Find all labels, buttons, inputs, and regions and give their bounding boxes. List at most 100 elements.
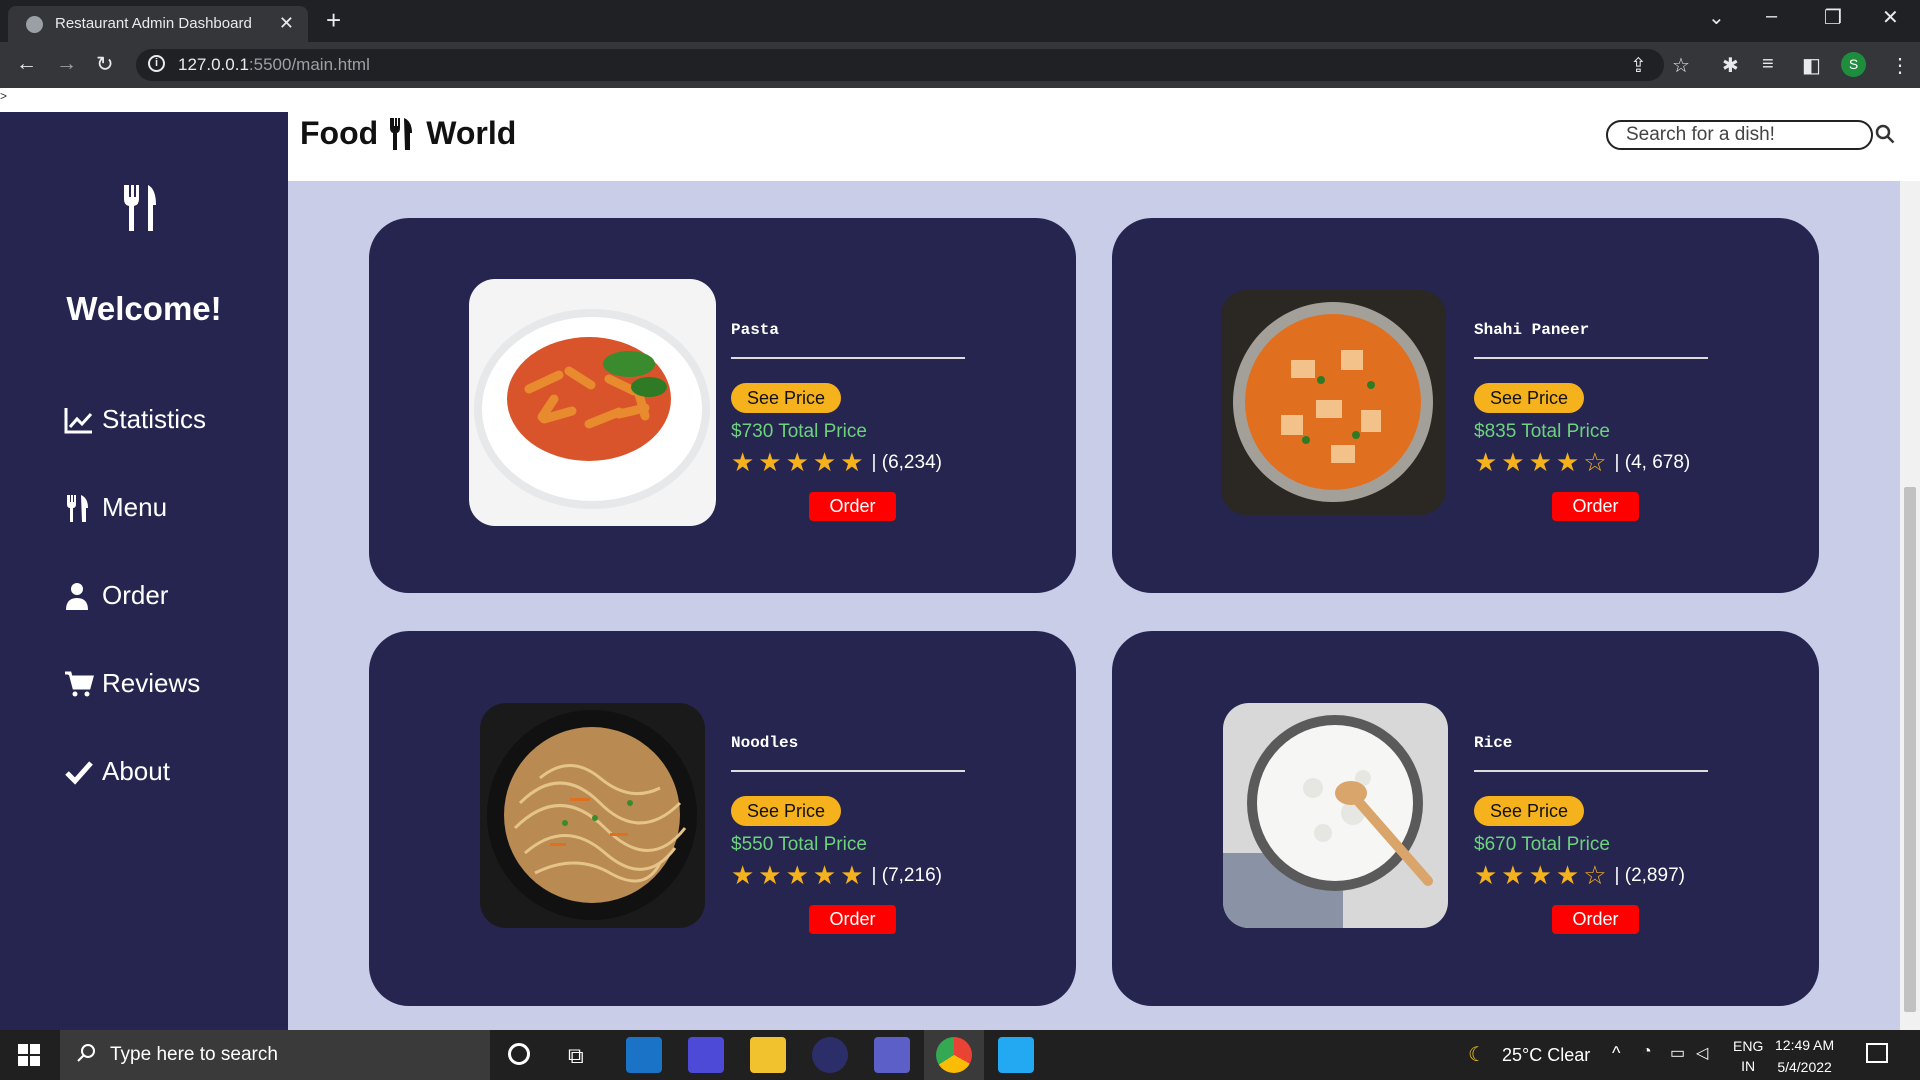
- order-button[interactable]: Order: [1552, 905, 1639, 934]
- windows-start-icon[interactable]: [18, 1044, 40, 1066]
- cortana-icon[interactable]: [508, 1043, 530, 1065]
- review-count: | (4, 678): [1614, 451, 1691, 473]
- pasta-image: [469, 279, 716, 526]
- rating: ★★★★☆ | (4, 678): [1474, 447, 1690, 478]
- total-price: $670 Total Price: [1474, 834, 1610, 855]
- lang-bottom: IN: [1741, 1058, 1756, 1074]
- stray-text: >: [0, 89, 8, 103]
- time: 12:49 AM: [1775, 1037, 1835, 1053]
- eclipse-icon[interactable]: [812, 1037, 848, 1073]
- sidebar-item-reviews[interactable]: Reviews: [64, 668, 200, 699]
- dish-card: Shahi Paneer See Price $835 Total Price …: [1112, 218, 1819, 593]
- divider: [1474, 770, 1708, 772]
- utensils-icon: [390, 117, 413, 150]
- language-indicator[interactable]: ENG IN: [1733, 1036, 1763, 1076]
- see-price-button[interactable]: See Price: [731, 796, 842, 826]
- shahi-paneer-image: [1221, 290, 1446, 515]
- forward-icon[interactable]: →: [56, 52, 77, 76]
- divider: [731, 357, 965, 359]
- new-tab-button[interactable]: +: [326, 5, 341, 36]
- search-icon: [77, 1044, 95, 1062]
- task-view-icon[interactable]: ⧉: [568, 1043, 584, 1069]
- see-price-button[interactable]: See Price: [1474, 796, 1585, 826]
- volume-icon[interactable]: ◁: [1696, 1043, 1708, 1063]
- welcome-heading: Welcome!: [66, 290, 222, 327]
- review-count: | (6,234): [871, 451, 942, 473]
- browser-tab[interactable]: Restaurant Admin Dashboard ✕: [8, 6, 308, 42]
- app-icon[interactable]: [688, 1037, 724, 1073]
- sidebar: [0, 112, 288, 1030]
- file-explorer-icon[interactable]: [750, 1037, 786, 1073]
- reload-icon[interactable]: ↻: [96, 52, 114, 77]
- media-icon[interactable]: ≡: [1762, 53, 1774, 76]
- star-rating: ★★★★★: [731, 447, 868, 477]
- profile-avatar[interactable]: S: [1841, 52, 1866, 77]
- brand-word-world: World: [426, 115, 517, 151]
- search-input[interactable]: [1606, 120, 1873, 150]
- sidebar-item-label: Menu: [102, 492, 168, 522]
- kebab-menu-icon[interactable]: ⋮: [1890, 53, 1910, 78]
- lang-top: ENG: [1733, 1038, 1764, 1054]
- tray-chevron-icon[interactable]: ^: [1612, 1043, 1620, 1064]
- noodles-image: [480, 703, 705, 928]
- brand-word-food: Food: [300, 115, 379, 151]
- weather-text[interactable]: 25°C Clear: [1502, 1045, 1590, 1066]
- date: 5/4/2022: [1777, 1059, 1832, 1075]
- minimize-icon[interactable]: –: [1766, 5, 1777, 28]
- chart-line-icon: [64, 407, 93, 433]
- order-button[interactable]: Order: [809, 492, 896, 521]
- rating: ★★★★★ | (7,216): [731, 860, 942, 891]
- teams-icon[interactable]: [874, 1037, 910, 1073]
- close-window-icon[interactable]: ✕: [1882, 5, 1899, 30]
- see-price-button[interactable]: See Price: [731, 383, 842, 413]
- total-price: $835 Total Price: [1474, 421, 1610, 442]
- taskbar-search-box[interactable]: Type here to search: [60, 1030, 490, 1080]
- order-button[interactable]: Order: [809, 905, 896, 934]
- chrome-icon[interactable]: [936, 1037, 972, 1073]
- url-text[interactable]: 127.0.0.1:5500/main.html: [178, 55, 370, 75]
- back-icon[interactable]: ←: [16, 52, 37, 76]
- restore-icon[interactable]: ❐: [1824, 5, 1842, 30]
- user-icon: [66, 582, 88, 610]
- clock[interactable]: 12:49 AM 5/4/2022: [1775, 1034, 1834, 1078]
- brand-logo[interactable]: Food World: [300, 115, 516, 152]
- review-count: | (7,216): [871, 864, 942, 886]
- sidebar-item-statistics[interactable]: Statistics: [64, 404, 206, 435]
- order-button[interactable]: Order: [1552, 492, 1639, 521]
- info-icon[interactable]: i: [148, 55, 165, 72]
- tab-search-icon[interactable]: ⌄: [1708, 5, 1725, 30]
- bookmark-star-icon[interactable]: ☆: [1672, 53, 1690, 78]
- share-icon[interactable]: ⇪: [1630, 53, 1647, 78]
- globe-icon: [26, 16, 43, 33]
- sidebar-item-menu[interactable]: Menu: [64, 492, 167, 523]
- divider: [1474, 357, 1708, 359]
- close-tab-icon[interactable]: ✕: [279, 13, 294, 34]
- dish-card: Rice See Price $670 Total Price ★★★★☆ | …: [1112, 631, 1819, 1006]
- sidebar-item-label: About: [102, 756, 170, 786]
- star-rating: ★★★★☆: [1474, 860, 1611, 890]
- dish-name: Rice: [1474, 734, 1513, 752]
- see-price-button[interactable]: See Price: [1474, 383, 1585, 413]
- dish-name: Pasta: [731, 321, 780, 339]
- notification-icon[interactable]: [1866, 1043, 1888, 1063]
- cart-icon: [65, 671, 94, 696]
- extensions-icon[interactable]: ✱: [1722, 53, 1739, 78]
- scrollbar-thumb[interactable]: [1904, 487, 1916, 1012]
- mail-app-icon[interactable]: [626, 1037, 662, 1073]
- sidebar-item-about[interactable]: About: [64, 756, 170, 787]
- sidebar-item-label: Reviews: [102, 668, 201, 698]
- dish-card: Noodles See Price $550 Total Price ★★★★★…: [369, 631, 1076, 1006]
- side-panel-icon[interactable]: ◧: [1802, 53, 1821, 78]
- star-rating: ★★★★☆: [1474, 447, 1611, 477]
- battery-icon[interactable]: ▭: [1670, 1043, 1685, 1063]
- sidebar-item-label: Order: [102, 580, 169, 610]
- review-count: | (2,897): [1614, 864, 1685, 886]
- search-icon[interactable]: [1874, 123, 1896, 145]
- url-path: :5500/main.html: [248, 55, 370, 74]
- rice-image: [1223, 703, 1448, 928]
- rating: ★★★★☆ | (2,897): [1474, 860, 1685, 891]
- wifi-icon[interactable]: ◔: [1642, 1043, 1652, 1061]
- vscode-icon[interactable]: [998, 1037, 1034, 1073]
- sidebar-item-label: Statistics: [102, 404, 207, 434]
- sidebar-item-order[interactable]: Order: [64, 580, 168, 611]
